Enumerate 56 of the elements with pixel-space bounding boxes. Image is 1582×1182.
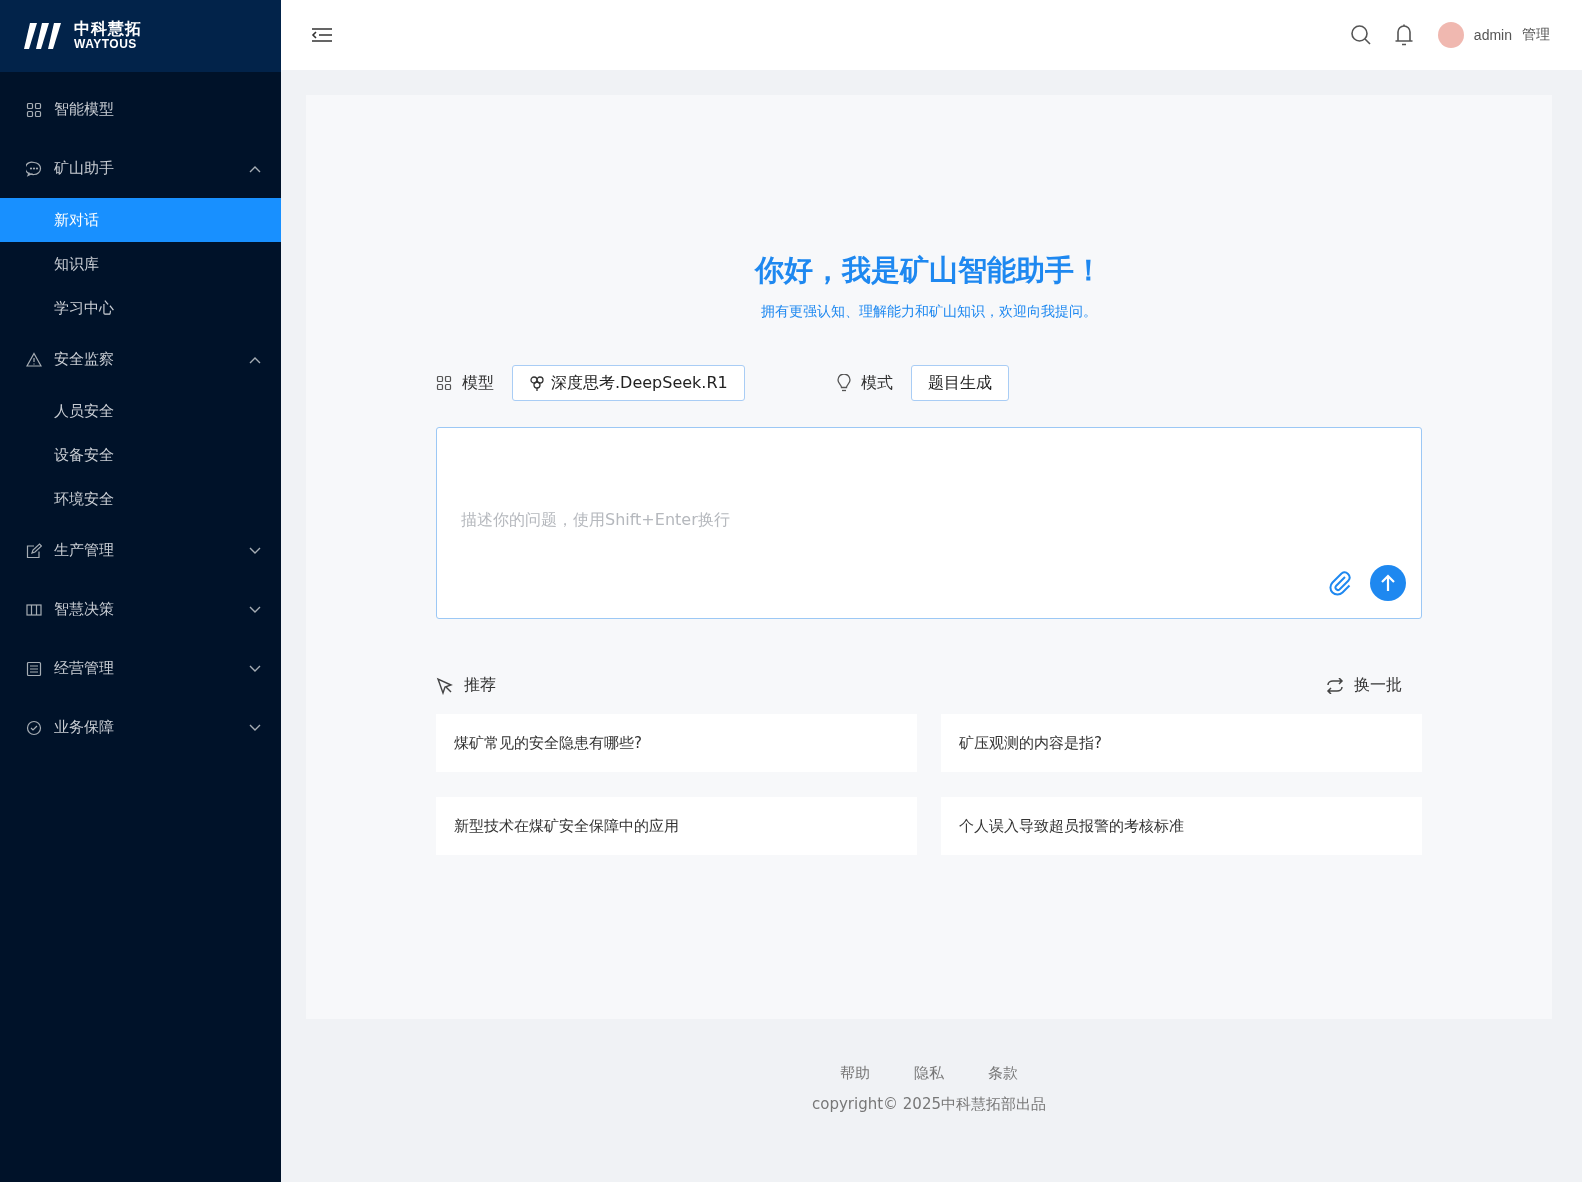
chevron-icon (249, 605, 261, 614)
submenu-item[interactable]: 环境安全 (0, 477, 281, 521)
lightbulb-icon (836, 374, 851, 392)
suggestion-card[interactable]: 个人误入导致超员报警的考核标准 (941, 797, 1422, 855)
table-icon (26, 601, 42, 618)
menu-item[interactable]: 智慧决策 (0, 580, 281, 639)
menu-item[interactable]: 智能模型 (0, 80, 281, 139)
menu-item[interactable]: 经营管理 (0, 639, 281, 698)
warning-icon (26, 351, 42, 368)
paperclip-icon[interactable] (1328, 570, 1354, 596)
submenu-item[interactable]: 学习中心 (0, 286, 281, 330)
submenu-item[interactable]: 设备安全 (0, 433, 281, 477)
submenu-item[interactable]: 知识库 (0, 242, 281, 286)
chevron-icon (249, 546, 261, 555)
user-name[interactable]: admin (1473, 27, 1512, 43)
copyright-text: copyright© 2025中科慧拓部出品 (812, 1095, 1046, 1114)
swap-icon (1326, 677, 1344, 694)
footer-link[interactable]: 隐私 (914, 1064, 944, 1083)
grid-icon (26, 101, 42, 118)
submenu-item[interactable]: 人员安全 (0, 389, 281, 433)
search-icon[interactable] (1349, 24, 1372, 46)
bell-icon[interactable] (1393, 23, 1414, 47)
pointer-icon (436, 676, 454, 695)
logo-subtitle: WAYTOUS (74, 38, 138, 51)
edit-icon (26, 542, 42, 559)
recommend-label: 推荐 (464, 675, 496, 696)
chat-icon (26, 160, 42, 177)
refresh-button[interactable]: 换一批 (1326, 675, 1422, 696)
logo-name: 中科慧拓 (74, 21, 142, 39)
grid-icon (436, 375, 452, 391)
menu-item[interactable]: 矿山助手 (0, 139, 281, 198)
user-role: 管理 (1522, 26, 1550, 44)
question-field[interactable]: 描述你的问题，使用Shift+Enter换行 (436, 427, 1422, 619)
footer-link[interactable]: 条款 (988, 1064, 1018, 1083)
welcome-subtitle: 拥有更强认知、理解能力和矿山知识，欢迎向我提问。 (760, 303, 1098, 321)
chevron-icon (249, 164, 261, 173)
mode-button[interactable]: 题目生成 (910, 365, 1009, 401)
chevron-icon (249, 664, 261, 673)
chevron-icon (249, 723, 261, 732)
menu-item[interactable]: 安全监察 (0, 330, 281, 389)
suggestion-card[interactable]: 煤矿常见的安全隐患有哪些? (436, 714, 917, 772)
chevron-icon (249, 355, 261, 364)
list-icon (26, 660, 42, 677)
arrow-up-icon (1380, 574, 1396, 592)
model-label: 模型 (462, 372, 494, 394)
menu-item[interactable]: 生产管理 (0, 521, 281, 580)
suggestion-card[interactable]: 新型技术在煤矿安全保障中的应用 (436, 797, 917, 855)
model-button[interactable]: 深度思考.DeepSeek.R1 (512, 365, 745, 401)
welcome-title: 你好，我是矿山智能助手！ (753, 252, 1104, 289)
footer-link[interactable]: 帮助 (840, 1064, 870, 1083)
mode-label: 模式 (860, 372, 893, 394)
suggestion-card[interactable]: 矿压观测的内容是指? (941, 714, 1422, 772)
check-circle-icon (26, 719, 42, 736)
flower-icon (529, 375, 545, 391)
menu-item[interactable]: 业务保障 (0, 698, 281, 757)
menu-icon[interactable] (311, 27, 333, 43)
